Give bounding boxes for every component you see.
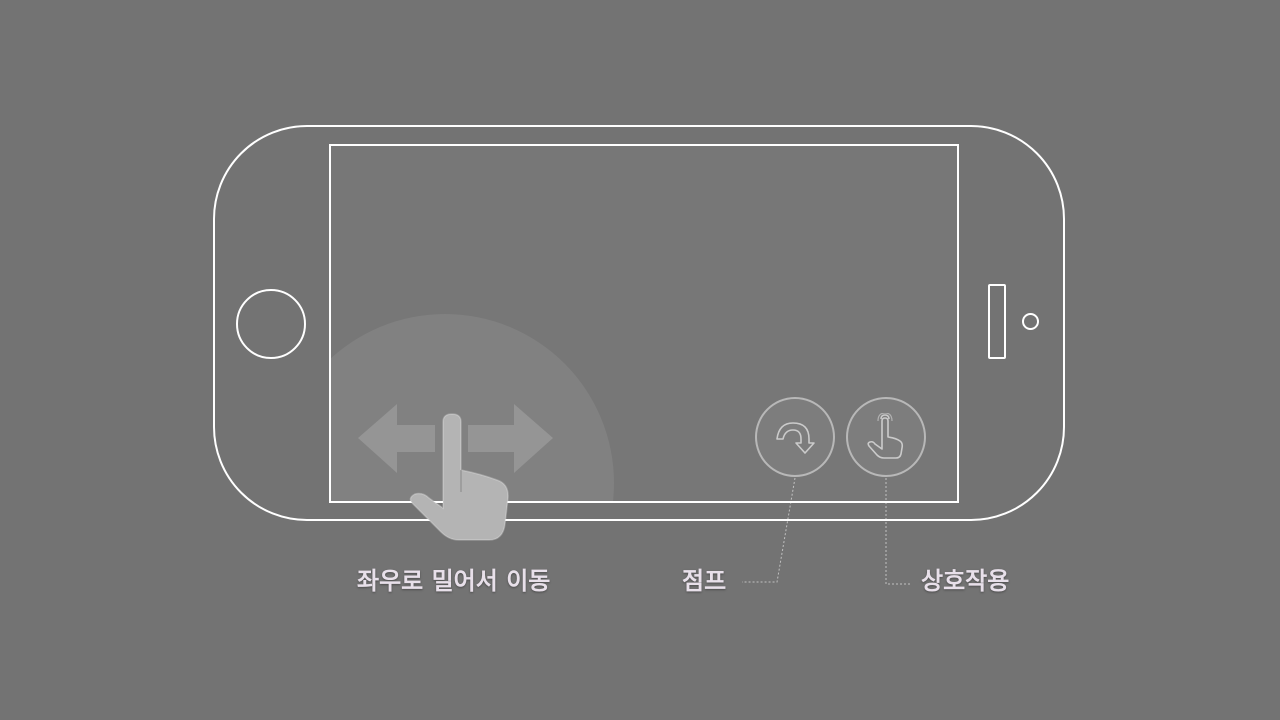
interact-button[interactable] (846, 397, 926, 477)
tutorial-stage: 좌우로 밀어서 이동 점프 상호작용 (0, 0, 1280, 720)
camera-dot (1022, 313, 1039, 330)
pointing-hand-icon (409, 413, 509, 541)
speaker-slot (988, 284, 1006, 359)
home-button (236, 289, 306, 359)
curved-arrow-down-icon (776, 422, 815, 454)
move-label: 좌우로 밀어서 이동 (357, 567, 551, 595)
interact-label: 상호작용 (921, 567, 1010, 595)
tap-finger-icon (867, 413, 904, 459)
jump-button[interactable] (755, 397, 835, 477)
jump-label: 점프 (682, 567, 727, 595)
